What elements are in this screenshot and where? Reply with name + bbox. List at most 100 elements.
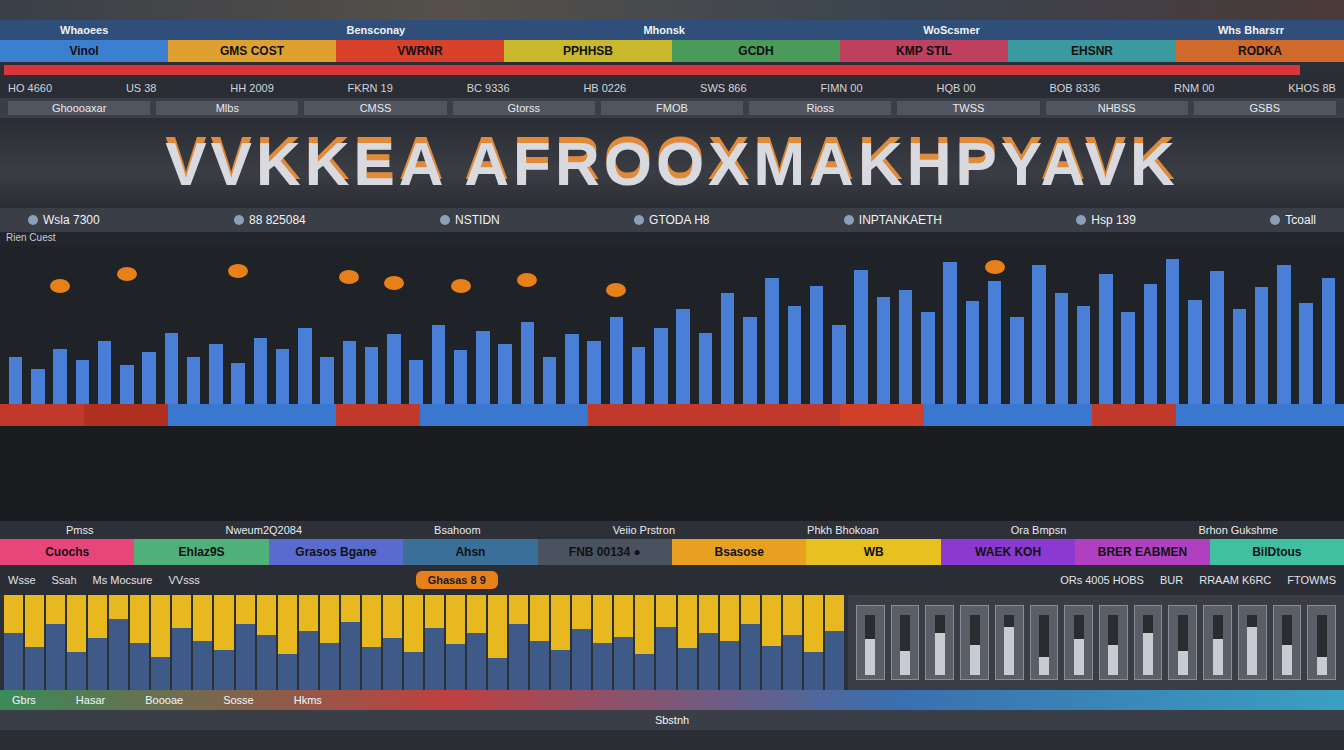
rack-unit[interactable] <box>1099 605 1128 680</box>
toolbar-button[interactable]: Rioss <box>749 101 891 115</box>
bar <box>387 334 400 404</box>
info-item[interactable]: GTODA H8 <box>634 213 709 227</box>
level-column <box>109 595 128 690</box>
tag[interactable]: Ahsn <box>403 539 537 565</box>
column-heading[interactable]: Brhon Gukshme <box>1198 524 1277 536</box>
sub-item[interactable]: Ms Mocsure <box>93 574 153 586</box>
bar <box>9 357 22 404</box>
column-heading[interactable]: Bsahoom <box>434 524 480 536</box>
footer-item[interactable]: Sbstnh <box>655 714 689 726</box>
column-heading[interactable]: Phkh Bhokoan <box>807 524 879 536</box>
bar-slot <box>941 246 960 404</box>
info-item[interactable]: INPTANKAETH <box>844 213 942 227</box>
banner: VVKKEA AFROOXMAKHPYAVK <box>0 118 1344 208</box>
rack-unit[interactable] <box>891 605 920 680</box>
rack-unit[interactable] <box>1273 605 1302 680</box>
band-segment <box>1176 404 1260 426</box>
footer-item[interactable]: Boooae <box>145 694 183 706</box>
segment-tab[interactable]: RODKA <box>1176 40 1344 62</box>
info-item[interactable]: Hsp 139 <box>1076 213 1136 227</box>
peak-marker <box>606 283 626 297</box>
footer-item[interactable]: Sosse <box>223 694 254 706</box>
toolbar-button[interactable]: Mlbs <box>156 101 298 115</box>
info-item[interactable]: 88 825084 <box>234 213 306 227</box>
rack-unit[interactable] <box>1307 605 1336 680</box>
segment-tab[interactable]: PPHHSB <box>504 40 672 62</box>
level-fill <box>593 595 612 643</box>
tag[interactable]: WB <box>806 539 940 565</box>
sub-item[interactable]: Ssah <box>52 574 77 586</box>
unit-fill <box>865 639 875 675</box>
status-icon <box>440 215 450 225</box>
footer-item[interactable]: Gbrs <box>12 694 36 706</box>
column-heading[interactable]: Pmss <box>66 524 94 536</box>
sub-item[interactable]: BUR <box>1160 574 1183 586</box>
ticker-item: US 38 <box>126 82 157 94</box>
rack-unit[interactable] <box>1134 605 1163 680</box>
bar-slot <box>740 246 759 404</box>
segment-tab[interactable]: VWRNR <box>336 40 504 62</box>
segment-tab[interactable]: Vinol <box>0 40 168 62</box>
unit-fill <box>970 645 980 675</box>
tag[interactable]: Grasos Bgane <box>269 539 403 565</box>
rack-unit[interactable] <box>1238 605 1267 680</box>
footer-strip: Gbrs Hasar Boooae Sosse Hkms <box>0 690 1344 710</box>
toolbar-button[interactable]: Gtorss <box>453 101 595 115</box>
tag[interactable]: BilDtous <box>1210 539 1344 565</box>
level-column <box>783 595 802 690</box>
bar <box>1099 274 1112 404</box>
column-heading[interactable]: Veiio Prstron <box>613 524 675 536</box>
header-item[interactable]: WoScsmer <box>923 24 980 36</box>
segment-tab[interactable]: GCDH <box>672 40 840 62</box>
segment-tab[interactable]: KMP STIL <box>840 40 1008 62</box>
bar <box>810 286 823 405</box>
toolbar-button[interactable]: TWSS <box>897 101 1039 115</box>
tag[interactable]: BRER EABMEN <box>1075 539 1209 565</box>
tag[interactable]: Bsasose <box>672 539 806 565</box>
info-item[interactable]: Wsla 7300 <box>28 213 100 227</box>
rack-unit[interactable] <box>925 605 954 680</box>
column-header: Pmss Nweum2Q2084 Bsahoom Veiio Prstron Phkh … <box>0 521 1344 539</box>
unit-meter <box>1282 615 1292 675</box>
sub-item[interactable]: ORs 4005 HOBS <box>1060 574 1144 586</box>
sub-item[interactable]: Wsse <box>8 574 36 586</box>
bar-slot <box>117 246 136 404</box>
tag[interactable]: Ehlaz9S <box>134 539 268 565</box>
sub-item[interactable]: RRAAM K6RC <box>1199 574 1271 586</box>
header-item[interactable]: Whs Bharsrr <box>1218 24 1284 36</box>
header-item[interactable]: Mhonsk <box>643 24 685 36</box>
toolbar-button[interactable]: CMSS <box>304 101 446 115</box>
rack-unit[interactable] <box>1203 605 1232 680</box>
toolbar-button[interactable]: GSBS <box>1194 101 1336 115</box>
bar <box>498 344 511 404</box>
footer-item[interactable]: Hkms <box>294 694 322 706</box>
rack-unit[interactable] <box>1030 605 1059 680</box>
sub-item[interactable]: FTOWMS <box>1287 574 1336 586</box>
header-item[interactable]: Whaoees <box>60 24 108 36</box>
sub-item[interactable]: VVsss <box>168 574 199 586</box>
rack-unit[interactable] <box>960 605 989 680</box>
rack-unit[interactable] <box>995 605 1024 680</box>
bar-slot <box>651 246 670 404</box>
toolbar-button[interactable]: NHBSS <box>1046 101 1188 115</box>
level-fill <box>720 595 739 641</box>
segment-tab[interactable]: GMS COST <box>168 40 336 62</box>
info-item[interactable]: Tcoall <box>1270 213 1316 227</box>
pill-button[interactable]: Ghasas 8 9 <box>416 571 498 589</box>
footer-item[interactable]: Hasar <box>76 694 105 706</box>
header-item[interactable]: Bensconay <box>346 24 405 36</box>
tag[interactable]: Cuochs <box>0 539 134 565</box>
rack-unit[interactable] <box>1064 605 1093 680</box>
tag[interactable]: FNB 00134 ● <box>538 539 672 565</box>
toolbar-button[interactable]: Ghoooaxar <box>8 101 150 115</box>
column-heading[interactable]: Nweum2Q2084 <box>226 524 302 536</box>
info-item[interactable]: NSTIDN <box>440 213 500 227</box>
toolbar-button[interactable]: FMOB <box>601 101 743 115</box>
rack-unit[interactable] <box>1168 605 1197 680</box>
column-heading[interactable]: Ora Bmpsn <box>1011 524 1067 536</box>
level-column <box>151 595 170 690</box>
rack-unit[interactable] <box>856 605 885 680</box>
ticker-item: BOB 8336 <box>1049 82 1100 94</box>
segment-tab[interactable]: EHSNR <box>1008 40 1176 62</box>
tag[interactable]: WAEK KOH <box>941 539 1075 565</box>
